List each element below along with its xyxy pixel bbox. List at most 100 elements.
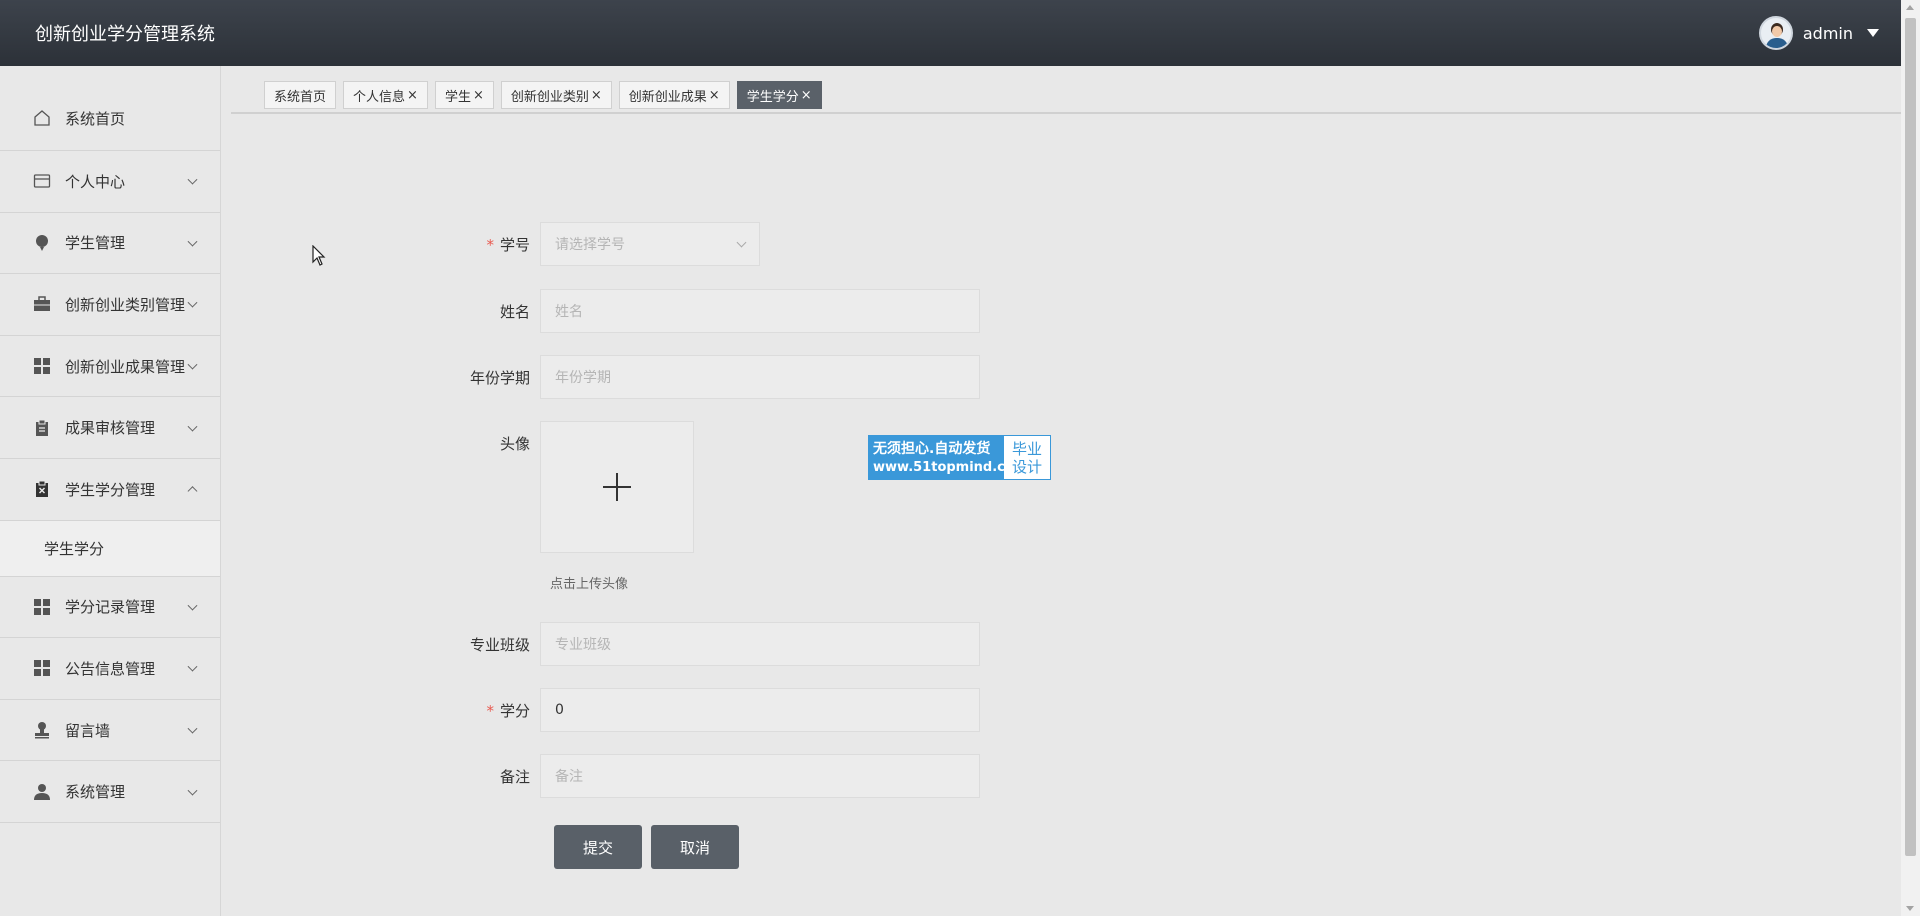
sidebar-item-credit-mgmt[interactable]: 学生学分管理 (0, 459, 220, 521)
sidebar-item-label: 留言墙 (65, 721, 111, 740)
chevron-down-icon (187, 723, 198, 734)
form-row-name: 姓名 姓名 (460, 289, 980, 333)
tab-label: 创新创业类别 (510, 89, 589, 105)
required-mark: * (486, 235, 494, 254)
sidebar-item-notice-mgmt[interactable]: 公告信息管理 (0, 638, 220, 700)
balloon-icon (33, 234, 51, 252)
tab-achievement[interactable]: 创新创业成果 × (618, 81, 730, 109)
remark-input[interactable]: 备注 (540, 754, 980, 798)
tab-label: 个人信息 (353, 89, 406, 105)
field-label: 备注 (499, 767, 530, 786)
chevron-down-icon (187, 421, 198, 432)
briefcase-icon (33, 295, 51, 313)
sidebar-item-label: 创新创业类别管理 (65, 295, 186, 314)
tab-label: 学生 (444, 89, 471, 105)
close-icon[interactable]: × (407, 89, 418, 102)
tab-category[interactable]: 创新创业类别 × (500, 81, 612, 109)
person-icon (33, 783, 51, 801)
tab-label: 学生学分 (746, 89, 799, 105)
name-input[interactable]: 姓名 (540, 289, 980, 333)
cancel-button[interactable]: 取消 (651, 825, 739, 869)
home-icon (33, 109, 51, 127)
top-header: 创新创业学分管理系统 admin (0, 0, 1901, 66)
student-id-select[interactable]: 请选择学号 (540, 222, 760, 266)
user-menu[interactable]: admin (1758, 16, 1879, 50)
grid-icon (33, 659, 51, 677)
tab-student[interactable]: 学生 × (434, 81, 494, 109)
grid-icon (33, 598, 51, 616)
chevron-down-icon (187, 662, 198, 673)
sidebar-item-personal-center[interactable]: 个人中心 (0, 151, 220, 213)
form-row-class: 专业班级 专业班级 (460, 622, 980, 666)
watermark-banner: 无须担心.自动发货 www.51topmind.com 毕业 设计 (868, 435, 1051, 480)
sidebar-item-credit-record-mgmt[interactable]: 学分记录管理 (0, 577, 220, 639)
sidebar-item-home[interactable]: 系统首页 (0, 66, 220, 151)
avatar[interactable] (1758, 16, 1793, 50)
chevron-down-icon (187, 298, 198, 309)
plus-icon (603, 473, 631, 501)
tab-label: 系统首页 (274, 89, 327, 105)
card-icon (33, 172, 51, 190)
form-row-student-id: * 学号 请选择学号 (460, 222, 760, 266)
chevron-down-icon (187, 600, 198, 611)
chevron-down-icon (187, 236, 198, 247)
stamp-icon (33, 721, 51, 739)
chevron-down-icon (736, 237, 747, 247)
scroll-down-icon[interactable] (1906, 906, 1914, 911)
sidebar-item-label: 学生学分管理 (65, 480, 156, 499)
watermark-right1: 毕业 (1011, 439, 1042, 458)
tab-home[interactable]: 系统首页 (264, 81, 337, 109)
watermark-line2: www.51topmind.com (873, 459, 1028, 475)
submit-button[interactable]: 提交 (554, 825, 642, 869)
watermark-line1: 无须担心.自动发货 (873, 440, 991, 457)
username[interactable]: admin (1803, 24, 1853, 43)
sidebar-item-label: 个人中心 (65, 172, 126, 191)
select-placeholder: 请选择学号 (555, 237, 625, 253)
clipboard-icon (33, 419, 51, 437)
close-icon[interactable]: × (801, 89, 812, 102)
tab-student-credit[interactable]: 学生学分 × (736, 81, 822, 109)
sidebar-item-label: 学分记录管理 (65, 598, 156, 617)
tab-label: 创新创业成果 (628, 89, 707, 105)
sidebar-item-review-mgmt[interactable]: 成果审核管理 (0, 397, 220, 459)
term-input[interactable]: 年份学期 (540, 355, 980, 399)
clipboard-x-icon (33, 480, 51, 498)
chevron-down-icon (187, 785, 198, 796)
app-title: 创新创业学分管理系统 (35, 24, 215, 45)
form-row-term: 年份学期 年份学期 (460, 355, 980, 399)
chevron-down-icon (187, 174, 198, 185)
upload-hint: 点击上传头像 (550, 577, 629, 592)
form-row-remark: 备注 备注 (460, 754, 980, 798)
field-label: 年份学期 (469, 368, 530, 387)
sidebar: 系统首页 个人中心 学生管理 创新创业类别管理 创新创业成果管理 成果审核管理 (0, 66, 221, 916)
sidebar-item-label: 公告信息管理 (65, 659, 156, 678)
sidebar-item-category-mgmt[interactable]: 创新创业类别管理 (0, 274, 220, 336)
field-label: 专业班级 (469, 635, 530, 654)
mouse-cursor-icon (312, 245, 326, 266)
avatar-upload[interactable] (540, 421, 694, 553)
class-input[interactable]: 专业班级 (540, 622, 980, 666)
field-label: * 学号 (486, 235, 530, 254)
close-icon[interactable]: × (473, 89, 484, 102)
tab-personal-info[interactable]: 个人信息 × (343, 81, 428, 109)
sidebar-item-label: 系统管理 (65, 783, 126, 802)
page-scrollbar[interactable] (1901, 0, 1920, 916)
sidebar-item-achievement-mgmt[interactable]: 创新创业成果管理 (0, 336, 220, 398)
scroll-up-icon[interactable] (1906, 5, 1914, 10)
sidebar-item-label: 学生管理 (65, 234, 126, 253)
chevron-up-icon (187, 486, 198, 497)
caret-down-icon[interactable] (1867, 29, 1879, 37)
field-label: 头像 (499, 435, 530, 453)
form-row-credit: * 学分 0 (460, 688, 980, 732)
scroll-thumb[interactable] (1905, 18, 1916, 856)
credit-input[interactable]: 0 (540, 688, 980, 732)
close-icon[interactable]: × (709, 89, 720, 102)
sidebar-item-message-wall[interactable]: 留言墙 (0, 700, 220, 762)
chevron-down-icon (187, 359, 198, 370)
sidebar-subitem-student-credit[interactable]: 学生学分 (0, 520, 220, 577)
close-icon[interactable]: × (591, 89, 602, 102)
sidebar-item-system-mgmt[interactable]: 系统管理 (0, 761, 220, 823)
sidebar-item-label: 成果审核管理 (65, 419, 156, 438)
field-label: 姓名 (499, 302, 530, 321)
sidebar-item-student-mgmt[interactable]: 学生管理 (0, 213, 220, 275)
